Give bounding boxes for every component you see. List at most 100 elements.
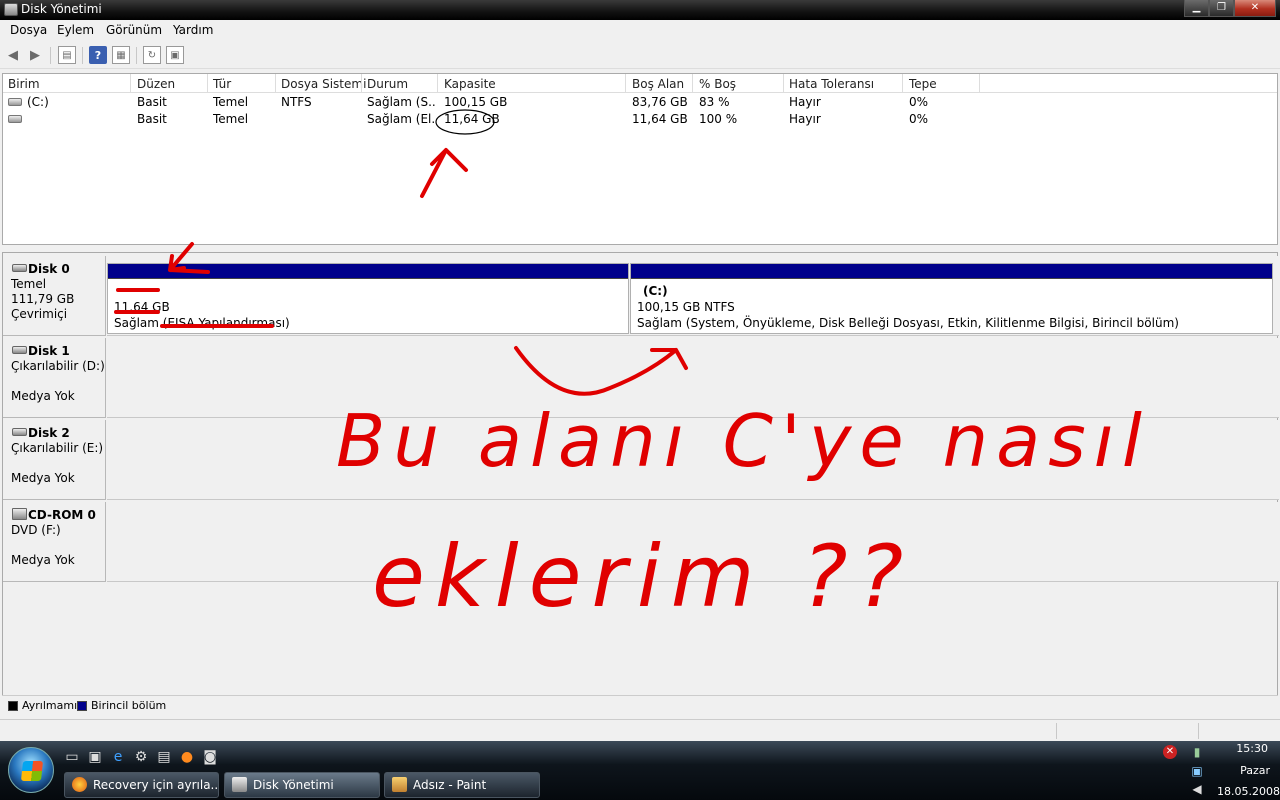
clock-time[interactable]: 15:30 bbox=[1236, 742, 1268, 755]
partition-eisa[interactable]: 11,64 GB Sağlam (EISA Yapılandırması) bbox=[107, 263, 629, 334]
disk-status: Medya Yok bbox=[11, 471, 75, 485]
properties-icon[interactable]: ▦ bbox=[112, 46, 130, 64]
removable-drive-icon bbox=[12, 346, 27, 354]
disk-type: Çıkarılabilir (D:) bbox=[11, 359, 105, 373]
partition-size: 11,64 GB bbox=[114, 300, 170, 314]
hard-drive-icon bbox=[8, 98, 22, 106]
disk-0-label[interactable]: Disk 0 Temel 111,79 GB Çevrimiçi bbox=[3, 256, 106, 336]
firefox-icon[interactable]: ● bbox=[179, 749, 195, 765]
disk-2-label[interactable]: Disk 2 Çıkarılabilir (E:) Medya Yok bbox=[3, 420, 106, 500]
forward-arrow-icon[interactable]: ▶ bbox=[26, 46, 44, 64]
primary-partition-bar bbox=[631, 264, 1272, 279]
unallocated-swatch bbox=[8, 701, 18, 711]
disk-0-partitions: 11,64 GB Sağlam (EISA Yapılandırması) (C… bbox=[107, 256, 1279, 336]
camera-icon[interactable]: ◙ bbox=[202, 749, 218, 765]
table-cell: Hayır bbox=[789, 112, 821, 126]
menu-view[interactable]: Görünüm bbox=[106, 23, 162, 37]
disk-size bbox=[11, 538, 105, 553]
col-status[interactable]: Durum bbox=[367, 77, 408, 91]
hard-drive-icon bbox=[8, 115, 22, 123]
disk-type: Temel bbox=[11, 277, 47, 291]
disk-type: Çıkarılabilir (E:) bbox=[11, 441, 104, 455]
minimize-button[interactable]: ▁ bbox=[1184, 0, 1209, 17]
console-tree-icon[interactable]: ▤ bbox=[58, 46, 76, 64]
table-cell: 100,15 GB bbox=[444, 95, 508, 109]
col-file-system[interactable]: Dosya Sistemi bbox=[281, 77, 366, 91]
table-cell: Hayır bbox=[789, 95, 821, 109]
rescan-disks-icon[interactable]: ▣ bbox=[166, 46, 184, 64]
disk-name: Disk 0 bbox=[28, 262, 70, 276]
legend: Ayrılmamış Birincil bölüm bbox=[2, 695, 1278, 715]
partition-c[interactable]: (C:) 100,15 GB NTFS Sağlam (System, Önyü… bbox=[630, 263, 1273, 334]
col-volume[interactable]: Birim bbox=[8, 77, 40, 91]
disk-status: Medya Yok bbox=[11, 389, 75, 403]
table-cell: Temel bbox=[213, 112, 249, 126]
table-row[interactable]: (C:) Basit Temel NTFS Sağlam (S... 100,1… bbox=[3, 94, 1277, 111]
status-bar bbox=[0, 719, 1280, 741]
cdrom-0-area bbox=[107, 502, 1279, 582]
table-cell: 83,76 GB bbox=[632, 95, 688, 109]
table-cell: Basit bbox=[137, 95, 167, 109]
col-layout[interactable]: Düzen bbox=[137, 77, 175, 91]
close-button[interactable]: ✕ bbox=[1234, 0, 1276, 17]
maximize-button[interactable]: ❐ bbox=[1209, 0, 1234, 17]
title-bar: Disk Yönetimi ▁ ❐ ✕ bbox=[0, 0, 1280, 20]
back-arrow-icon[interactable]: ◀ bbox=[4, 46, 22, 64]
col-percent-free[interactable]: % Boş bbox=[699, 77, 736, 91]
table-cell: 83 % bbox=[699, 95, 730, 109]
menu-file[interactable]: Dosya bbox=[10, 23, 47, 37]
legend-primary: Birincil bölüm bbox=[91, 699, 167, 712]
table-cell: (C:) bbox=[27, 95, 49, 109]
disk-1-area bbox=[107, 338, 1279, 418]
table-row[interactable]: Basit Temel Sağlam (El... 11,64 GB 11,64… bbox=[3, 111, 1277, 128]
partition-label: (C:) bbox=[643, 284, 668, 298]
table-cell: Temel bbox=[213, 95, 249, 109]
window-title: Disk Yönetimi bbox=[21, 2, 102, 16]
clock-day[interactable]: Pazar bbox=[1240, 764, 1270, 777]
volume-list: Birim Düzen Tür Dosya Sistemi Durum Kapa… bbox=[2, 73, 1278, 245]
menu-bar: Dosya Eylem Görünüm Yardım bbox=[0, 20, 1280, 41]
paint-icon bbox=[392, 777, 407, 792]
primary-partition-swatch bbox=[77, 701, 87, 711]
clock-date[interactable]: 18.05.2008 bbox=[1217, 785, 1280, 798]
taskbar-button-firefox[interactable]: Recovery için ayrıla... bbox=[64, 772, 219, 798]
taskbar-button-disk-management[interactable]: Disk Yönetimi bbox=[224, 772, 380, 798]
taskbar: ▭ ▣ e ⚙ ▤ ● ◙ Recovery için ayrıla... Di… bbox=[0, 741, 1280, 800]
refresh-icon[interactable]: ↻ bbox=[143, 46, 161, 64]
table-cell: Sağlam (El... bbox=[367, 112, 435, 126]
menu-help[interactable]: Yardım bbox=[173, 23, 213, 37]
taskbar-button-paint[interactable]: Adsız - Paint bbox=[384, 772, 540, 798]
settings-gear-icon[interactable]: ⚙ bbox=[133, 749, 149, 765]
partition-status: Sağlam (System, Önyükleme, Disk Belleği … bbox=[637, 316, 1179, 330]
disk-name: Disk 1 bbox=[28, 344, 70, 358]
network-icon[interactable]: ▣ bbox=[1190, 764, 1204, 778]
taskbar-button-label: Disk Yönetimi bbox=[253, 778, 334, 792]
start-button[interactable] bbox=[8, 747, 54, 793]
col-free-space[interactable]: Boş Alan bbox=[632, 77, 684, 91]
col-fault-tolerance[interactable]: Hata Toleransı bbox=[789, 77, 874, 91]
internet-explorer-icon[interactable]: e bbox=[110, 749, 126, 765]
menu-action[interactable]: Eylem bbox=[57, 23, 94, 37]
switch-windows-icon[interactable]: ▣ bbox=[87, 749, 103, 765]
volume-icon[interactable]: ◀ bbox=[1190, 782, 1204, 796]
legend-unallocated: Ayrılmamış bbox=[22, 699, 83, 712]
disk-1-label[interactable]: Disk 1 Çıkarılabilir (D:) Medya Yok bbox=[3, 338, 106, 418]
disk-name: CD-ROM 0 bbox=[28, 508, 96, 522]
cdrom-0-label[interactable]: CD-ROM 0 DVD (F:) Medya Yok bbox=[3, 502, 106, 582]
col-overhead[interactable]: Tepe bbox=[909, 77, 937, 91]
computer-icon[interactable]: ▤ bbox=[156, 749, 172, 765]
table-cell: 0% bbox=[909, 95, 929, 109]
security-alert-icon[interactable]: ✕ bbox=[1163, 745, 1177, 759]
disk-view: Disk 0 Temel 111,79 GB Çevrimiçi 11,64 G… bbox=[2, 252, 1279, 714]
disk-size: 111,79 GB bbox=[11, 292, 75, 306]
col-type[interactable]: Tür bbox=[213, 77, 231, 91]
disk-management-icon bbox=[4, 3, 18, 16]
help-icon[interactable]: ? bbox=[89, 46, 107, 64]
show-desktop-icon[interactable]: ▭ bbox=[64, 749, 80, 765]
col-capacity[interactable]: Kapasite bbox=[444, 77, 496, 91]
table-cell: 100 % bbox=[699, 112, 738, 126]
power-icon[interactable]: ▮ bbox=[1190, 745, 1204, 759]
hard-drive-icon bbox=[12, 264, 27, 272]
partition-size: 100,15 GB NTFS bbox=[637, 300, 735, 314]
disk-size bbox=[11, 456, 105, 471]
